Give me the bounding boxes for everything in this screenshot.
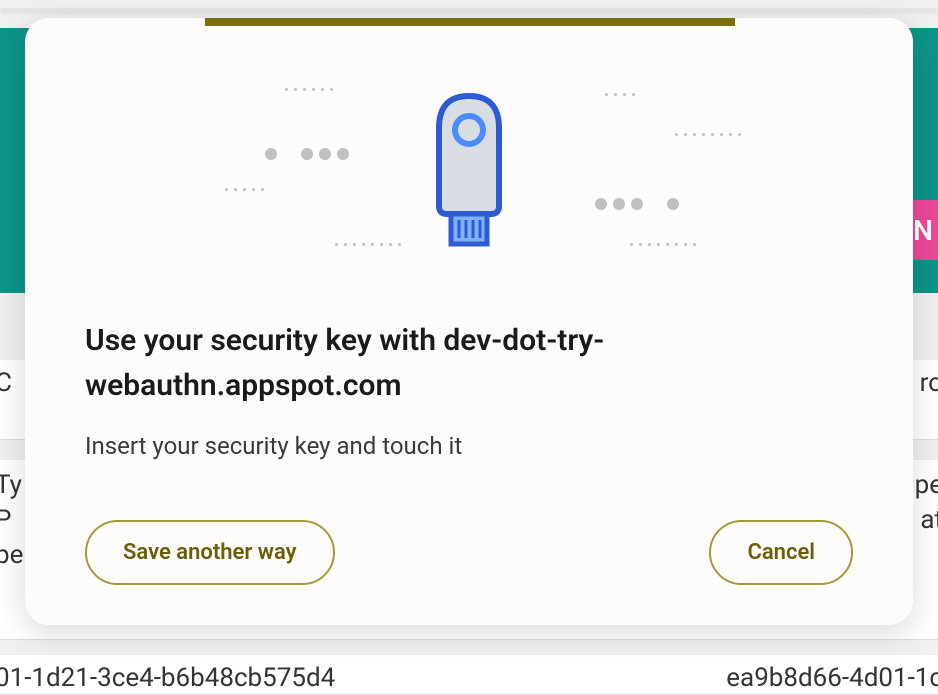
decorative-dots bbox=[605, 93, 635, 96]
dialog-title: Use your security key with dev-dot-try-w… bbox=[85, 318, 853, 408]
decorative-dots bbox=[675, 133, 741, 136]
dialog-description: Insert your security key and touch it bbox=[85, 432, 853, 460]
modal-overlay: Use your security key with dev-dot-try-w… bbox=[0, 0, 938, 684]
save-another-way-button[interactable]: Save another way bbox=[85, 520, 335, 585]
decorative-dots bbox=[285, 88, 333, 91]
decorative-dots bbox=[265, 148, 349, 160]
decorative-dots bbox=[595, 198, 679, 210]
modal-content: Use your security key with dev-dot-try-w… bbox=[25, 288, 913, 625]
security-key-illustration bbox=[25, 18, 913, 288]
usb-key-icon bbox=[419, 88, 519, 248]
security-key-dialog: Use your security key with dev-dot-try-w… bbox=[25, 18, 913, 625]
decorative-dots bbox=[225, 188, 264, 191]
decorative-dots bbox=[335, 243, 401, 246]
cancel-button[interactable]: Cancel bbox=[709, 520, 853, 585]
decorative-dots bbox=[630, 243, 696, 246]
dialog-button-row: Save another way Cancel bbox=[85, 520, 853, 585]
